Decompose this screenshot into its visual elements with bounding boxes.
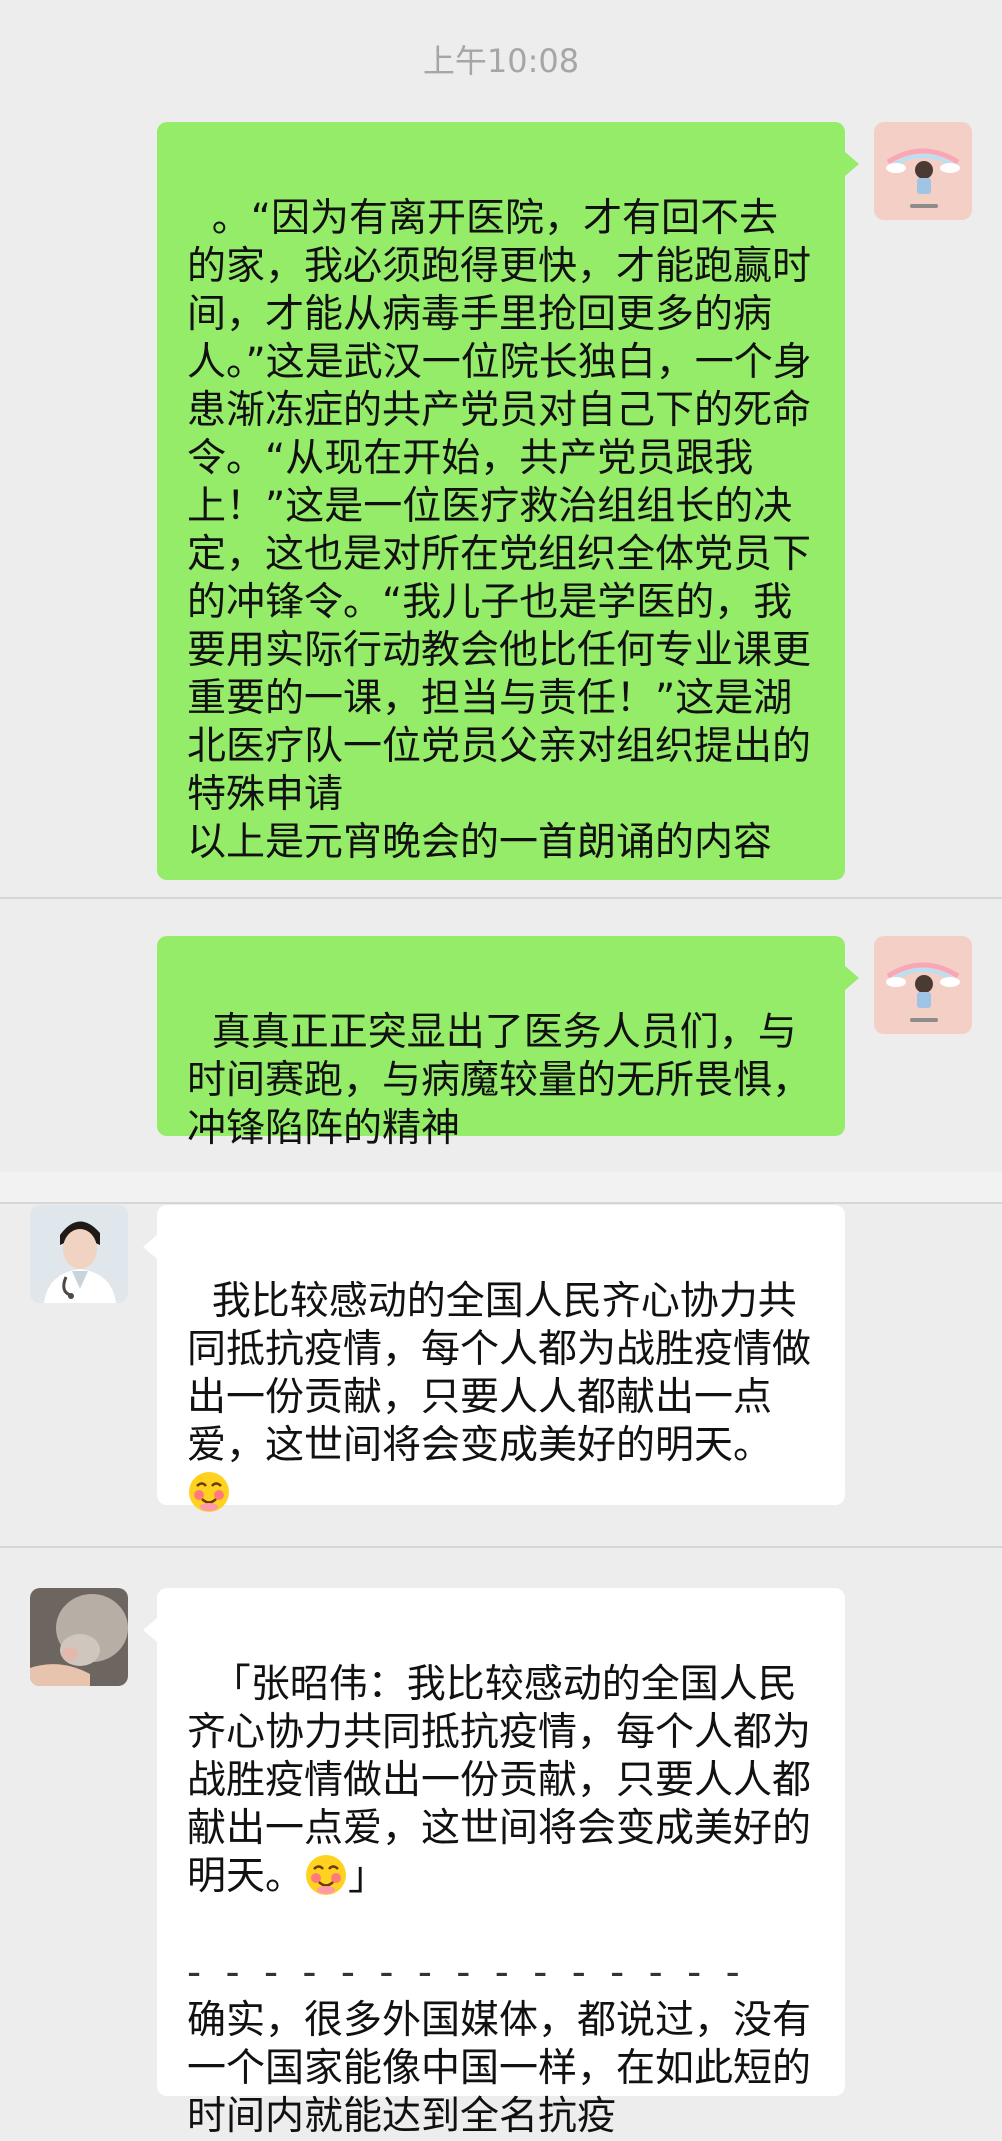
avatar[interactable] — [874, 936, 972, 1034]
message-bubble-sent[interactable]: 。“因为有离开医院，才有回不去的家，我必须跑得更快，才能跑赢时间，才能从病毒手里… — [157, 122, 859, 880]
quote-text: 「张昭伟：我比较感动的全国人民齐心协力共同抵抗疫情，每个人都为战胜疫情做出一份贡… — [187, 1662, 812, 1899]
blush-emoji-icon — [304, 1853, 348, 1897]
pink-cartoon-girl-icon — [874, 122, 972, 220]
message-divider — [0, 1202, 1002, 1204]
pink-cartoon-girl-icon — [874, 936, 972, 1034]
message-bubble-sent[interactable]: 真真正正突显出了医务人员们，与时间赛跑，与病魔较量的无所畏惧，冲锋陷阵的精神 — [157, 936, 859, 1151]
scroll-seam — [0, 1172, 1002, 1202]
chat-timestamp: 上午10:08 — [422, 42, 580, 80]
message-text: 。“因为有离开医院，才有回不去的家，我必须跑得更快，才能跑赢时间，才能从病毒手里… — [187, 196, 812, 865]
message-bubble-received[interactable]: 「张昭伟：我比较感动的全国人民齐心协力共同抵抗疫情，每个人都为战胜疫情做出一份贡… — [143, 1588, 845, 2139]
message-text: 真真正正突显出了医务人员们，与时间赛跑，与病魔较量的无所畏惧，冲锋陷阵的精神 — [187, 1010, 812, 1151]
message-text: 确实，很多外国媒体，都说过，没有一个国家能像中国一样，在如此短的时间内就能达到全… — [187, 1998, 812, 2139]
quote-end: 」 — [348, 1854, 388, 1899]
avatar[interactable] — [30, 1588, 128, 1686]
avatar[interactable] — [874, 122, 972, 220]
message-text: 我比较感动的全国人民齐心协力共同抵抗疫情，每个人都为战胜疫情做出一份贡献，只要人… — [187, 1279, 812, 1468]
cat-paw-avatar-icon — [30, 1588, 128, 1686]
message-divider — [0, 897, 1002, 899]
blush-emoji-icon — [187, 1470, 231, 1514]
avatar[interactable] — [30, 1205, 128, 1303]
message-divider — [0, 1546, 1002, 1548]
doctor-avatar-icon — [30, 1205, 128, 1303]
message-bubble-received[interactable]: 我比较感动的全国人民齐心协力共同抵抗疫情，每个人都为战胜疫情做出一份贡献，只要人… — [143, 1205, 845, 1512]
quote-separator: - - - - - - - - - - - - - - - — [187, 1950, 746, 1995]
